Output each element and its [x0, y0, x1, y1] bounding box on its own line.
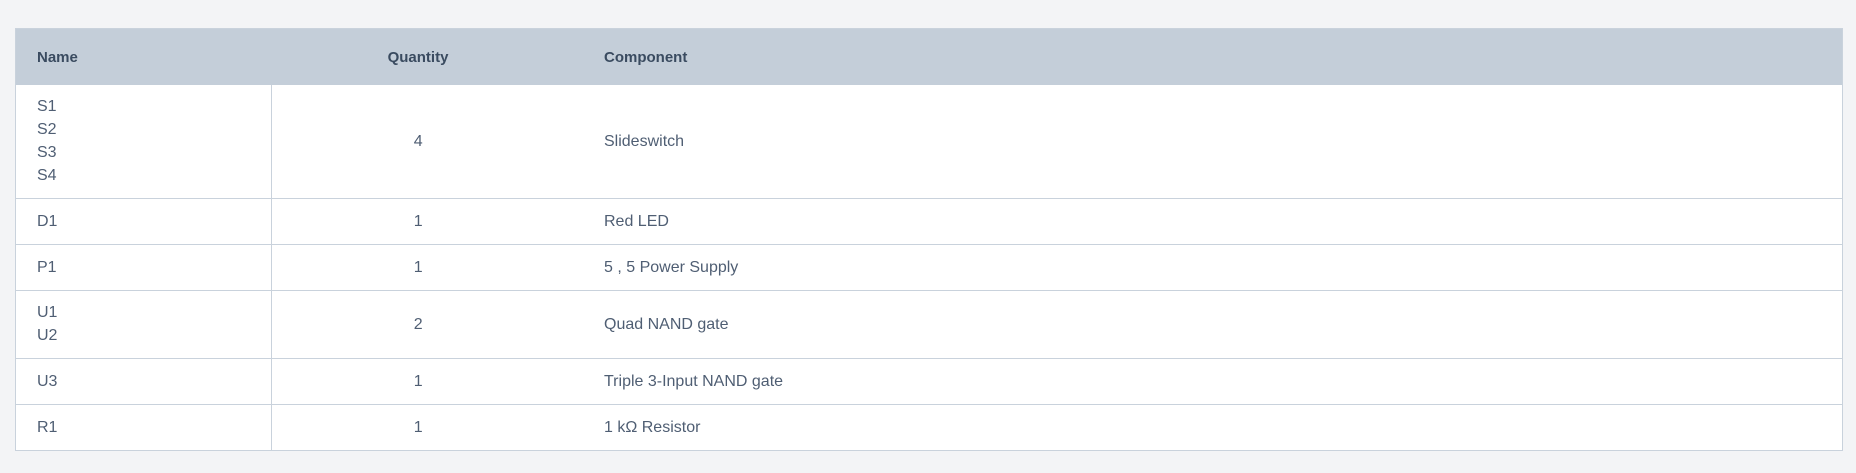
component-designator: U2 [37, 327, 58, 344]
cell-quantity: 2 [271, 289, 565, 358]
table-row: R1 1 1 kΩ Resistor [16, 403, 1842, 450]
cell-component: Slideswitch [604, 132, 685, 150]
component-designator: D1 [37, 212, 58, 230]
cell-name: S1 S2 S3 S4 [16, 85, 272, 198]
component-designator: S2 [37, 121, 57, 139]
cell-quantity: 1 [271, 197, 565, 244]
cell-component: Quad NAND gate [565, 289, 1842, 358]
cell-quantity: 1 [271, 403, 565, 450]
component-designator: U3 [37, 372, 58, 390]
column-header-quantity[interactable]: Quantity [271, 29, 565, 85]
table-row: U1 U2 2 Quad NAND gate [16, 289, 1842, 358]
cell-component: 1 kΩ Resistor [565, 403, 1842, 450]
cell-quantity: 4 [413, 132, 423, 150]
components-table: Name Quantity Component S1 S2 S3 S4 4 Sl… [16, 29, 1842, 450]
component-designator: S1 [37, 98, 57, 116]
cell-quantity: 1 [271, 243, 565, 290]
components-table-container: Name Quantity Component S1 S2 S3 S4 4 Sl… [15, 28, 1843, 451]
table-row: U3 1 Triple 3-Input NAND gate [16, 357, 1842, 404]
table-row: P1 1 5 , 5 Power Supply [16, 243, 1842, 290]
cell-name: P1 [16, 243, 272, 290]
cell-quantity: 1 [271, 357, 565, 404]
table-body: S1 S2 S3 S4 4 Slideswitch D1 1 Red LED P… [16, 85, 1842, 450]
cell-name: R1 [16, 403, 272, 450]
table-header: Name Quantity Component [16, 29, 1842, 85]
component-designator: U1 [37, 304, 58, 321]
column-header-name[interactable]: Name [16, 29, 271, 85]
cell-component: 5 , 5 Power Supply [565, 243, 1842, 290]
table-row: S1 S2 S3 S4 4 Slideswitch [16, 85, 1842, 198]
cell-name: U3 [16, 357, 272, 404]
cell-name: U1 U2 [16, 289, 272, 358]
component-designator: R1 [37, 418, 58, 436]
header-row: Name Quantity Component [16, 29, 1842, 85]
component-designator: S3 [37, 144, 57, 162]
cell-component: Red LED [565, 197, 1842, 244]
cell-component: Triple 3-Input NAND gate [565, 357, 1842, 404]
component-designator: P1 [37, 258, 57, 276]
table-row: D1 1 Red LED [16, 197, 1842, 244]
component-designator: S4 [37, 167, 57, 185]
column-header-component[interactable]: Component [565, 29, 1842, 85]
cell-name: D1 [16, 197, 272, 244]
